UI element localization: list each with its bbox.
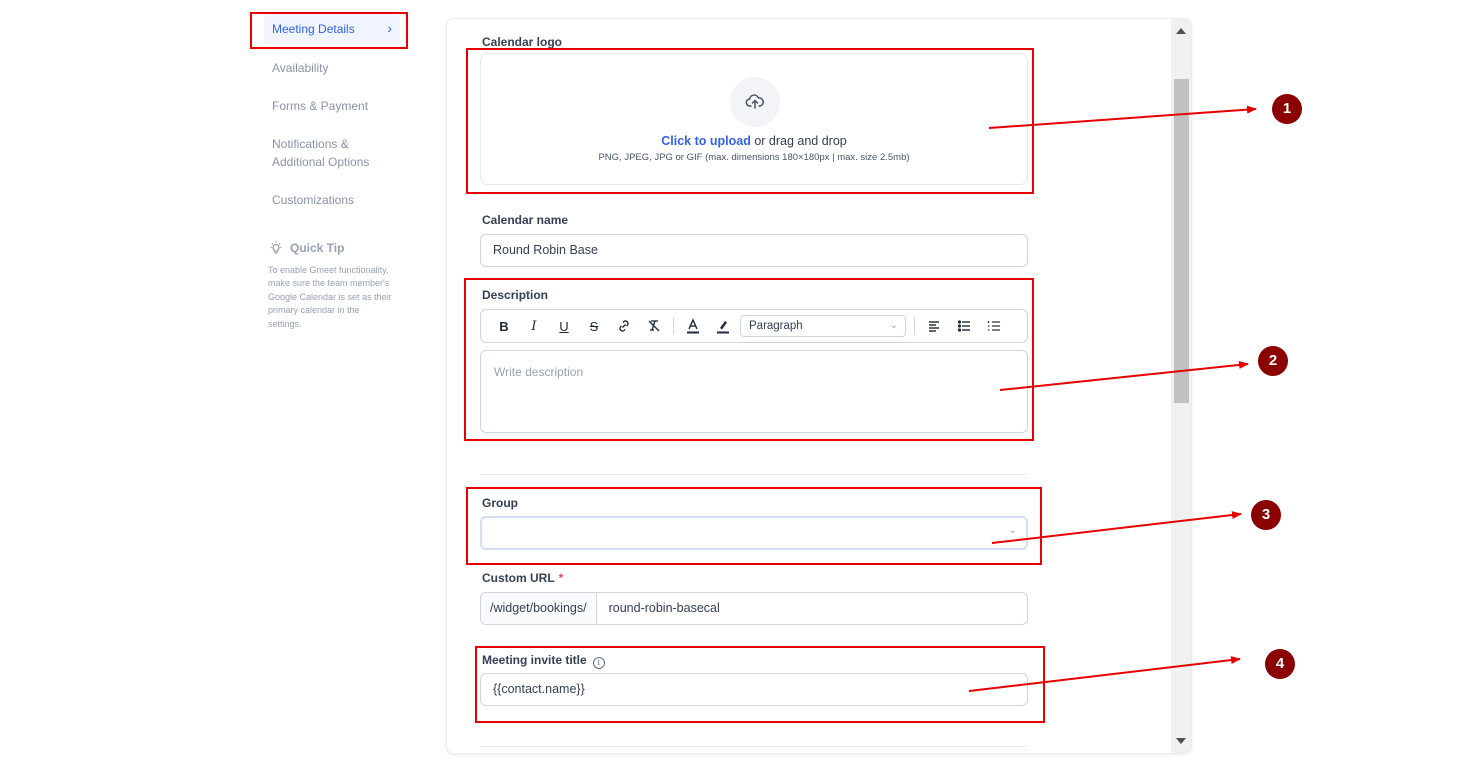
- annotation-box-logo: [466, 48, 1034, 194]
- sidebar-item-customizations[interactable]: Customizations: [264, 186, 400, 214]
- scroll-down-arrow-icon[interactable]: [1176, 738, 1186, 744]
- quick-tip: Quick Tip To enable Gmeet functionality,…: [268, 240, 394, 331]
- calendar-name-label: Calendar name: [482, 213, 569, 227]
- annotation-badge-3: 3: [1251, 500, 1281, 530]
- sidebar-item-forms-payment[interactable]: Forms & Payment: [264, 92, 400, 120]
- sidebar-item-label: Forms & Payment: [272, 99, 369, 113]
- annotation-badge-4: 4: [1265, 649, 1295, 679]
- custom-url-label-text: Custom URL: [482, 571, 555, 585]
- calendar-logo-label: Calendar logo: [482, 35, 563, 49]
- url-prefix: /widget/bookings/: [481, 593, 597, 624]
- annotation-box-group: [466, 487, 1042, 565]
- quick-tip-text: To enable Gmeet functionality, make sure…: [268, 265, 392, 329]
- annotation-box-sidebar: [250, 12, 408, 49]
- annotation-box-description: [464, 278, 1034, 441]
- section-divider: [480, 474, 1028, 475]
- section-divider: [480, 746, 1028, 747]
- annotation-badge-1: 1: [1272, 94, 1302, 124]
- scrollbar[interactable]: [1171, 19, 1191, 753]
- annotation-badge-2: 2: [1258, 346, 1288, 376]
- required-mark: *: [558, 571, 564, 585]
- lightbulb-icon: [270, 241, 282, 254]
- custom-url-label: Custom URL *: [482, 571, 563, 585]
- annotation-box-invite-title: [475, 646, 1045, 723]
- custom-url-field: /widget/bookings/ round-robin-basecal: [480, 592, 1028, 625]
- custom-url-input[interactable]: round-robin-basecal: [597, 593, 732, 624]
- sidebar-item-availability[interactable]: Availability: [264, 54, 400, 82]
- sidebar-item-label: Notifications & Additional Options: [272, 137, 370, 169]
- sidebar-item-notifications[interactable]: Notifications & Additional Options: [264, 130, 392, 176]
- calendar-name-input[interactable]: Round Robin Base: [480, 234, 1028, 267]
- scroll-up-arrow-icon[interactable]: [1176, 28, 1186, 34]
- sidebar-item-label: Availability: [272, 61, 329, 75]
- quick-tip-title: Quick Tip: [290, 241, 345, 255]
- sidebar-item-label: Customizations: [272, 193, 355, 207]
- scrollbar-thumb[interactable]: [1174, 79, 1189, 403]
